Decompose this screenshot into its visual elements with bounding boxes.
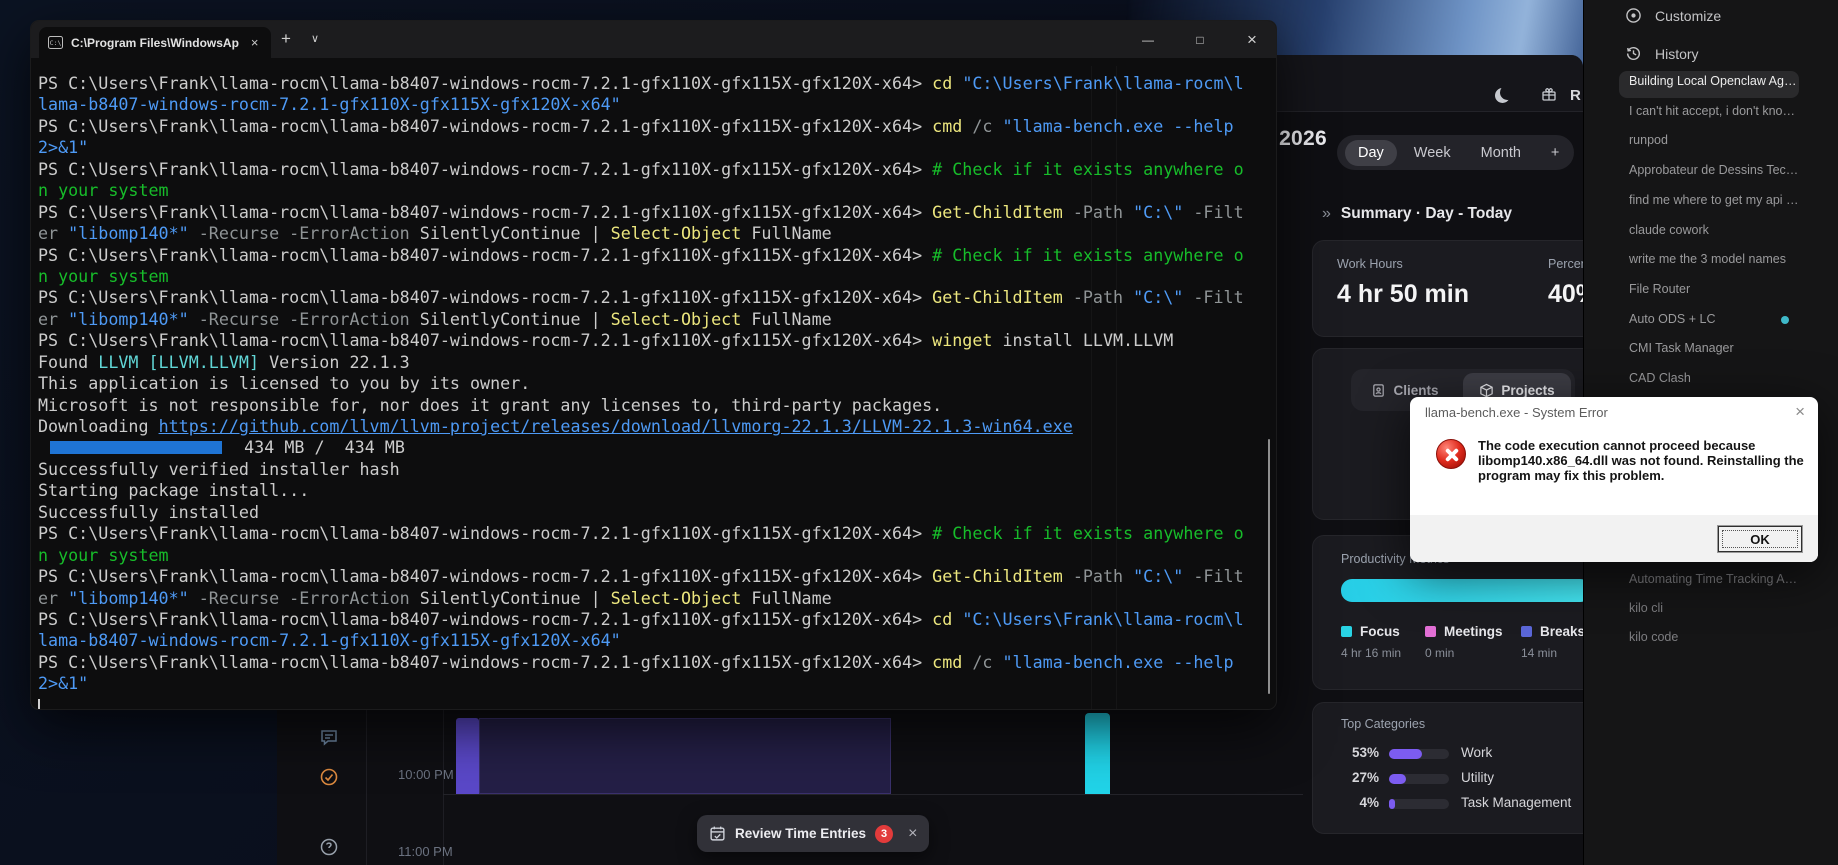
percent-block: Percent 40% xyxy=(1548,257,1583,309)
view-tab-week[interactable]: Week xyxy=(1401,140,1464,166)
cube-icon xyxy=(1479,383,1494,398)
tab-dropdown-icon[interactable]: ∨ xyxy=(311,32,319,45)
toast-count-badge: 3 xyxy=(875,825,893,843)
terminal-tab[interactable]: C:\ C:\Program Files\WindowsAp × xyxy=(39,27,271,58)
customize-icon xyxy=(1625,7,1642,24)
percent-label: Percent xyxy=(1548,257,1583,271)
terminal-scrollbar[interactable] xyxy=(1268,439,1270,694)
tab-close-icon[interactable]: × xyxy=(251,35,259,50)
review-time-entries-toast[interactable]: Review Time Entries 3 × xyxy=(697,815,929,852)
chat-history-item[interactable]: Automating Time Tracking A… xyxy=(1629,572,1804,586)
work-hours-value: 4 hr 50 min xyxy=(1337,280,1583,309)
screen: R 3, 2026 DayWeekMonth+ » Summary · Day … xyxy=(0,0,1838,865)
collapse-chevrons-icon[interactable]: » xyxy=(1322,205,1331,223)
customize-label: Customize xyxy=(1655,8,1721,24)
chat-history-item[interactable]: claude cowork xyxy=(1629,223,1804,237)
view-tab-day[interactable]: Day xyxy=(1345,140,1397,166)
timeline-gridline xyxy=(443,794,1303,795)
summary-title-text: Summary · Day - Today xyxy=(1341,205,1512,223)
sidebar-item-customize[interactable]: Customize xyxy=(1625,7,1721,24)
dark-mode-moon-icon[interactable] xyxy=(1495,88,1510,103)
productivity-bar xyxy=(1341,579,1583,602)
percent-value: 40% xyxy=(1548,280,1583,309)
tab-clients-label: Clients xyxy=(1393,383,1438,398)
category-row-work: 53%Work xyxy=(1313,745,1583,763)
timeline-time-label: 10:00 PM xyxy=(398,767,454,782)
timeline-bar-selection[interactable] xyxy=(479,718,891,794)
chat-history-item[interactable]: runpod xyxy=(1629,133,1804,147)
sidebar-item-history[interactable]: History xyxy=(1625,45,1699,62)
timeline-bar-focus-cyan[interactable] xyxy=(1085,713,1110,794)
terminal-tab-title: C:\Program Files\WindowsAp xyxy=(71,36,239,50)
dialog-title: llama-bench.exe - System Error xyxy=(1425,405,1608,420)
legend-item-focus: Focus4 hr 16 min xyxy=(1341,624,1401,660)
timeline-time-label: 11:00 PM xyxy=(398,844,453,859)
terminal-tab-icon: C:\ xyxy=(48,36,63,49)
chat-history-item[interactable]: write me the 3 model names xyxy=(1629,252,1804,266)
legend-item-breaks: Breaks14 min xyxy=(1521,624,1583,660)
dialog-close-icon[interactable]: × xyxy=(1795,402,1805,422)
chat-history-item[interactable]: find me where to get my api … xyxy=(1629,193,1804,207)
chat-history-item[interactable]: kilo cli xyxy=(1629,601,1804,615)
toast-close-icon[interactable]: × xyxy=(908,825,917,843)
terminal-window: C:\ C:\Program Files\WindowsAp × + ∨ — □… xyxy=(30,20,1277,710)
chat-history-item[interactable]: kilo code xyxy=(1629,630,1804,644)
terminal-titlebar[interactable]: C:\ C:\Program Files\WindowsAp × + ∨ — □… xyxy=(31,21,1276,58)
top-categories-card: Top Categories 53%Work 27%Utility 4%Task M… xyxy=(1312,702,1583,834)
chat-history-item[interactable]: Auto ODS + LC xyxy=(1629,312,1804,326)
chat-history-item[interactable]: CMI Task Manager xyxy=(1629,341,1804,355)
check-circle-icon[interactable] xyxy=(319,767,341,789)
left-rail-divider xyxy=(366,707,367,865)
download-progress-bar xyxy=(50,441,222,454)
new-tab-button[interactable]: + xyxy=(281,29,291,49)
category-row-utility: 27%Utility xyxy=(1313,770,1583,788)
chat-history-item[interactable]: I can't hit accept, i don't kno… xyxy=(1629,104,1804,118)
legend-item-meetings: Meetings0 min xyxy=(1425,624,1503,660)
view-switcher[interactable]: DayWeekMonth+ xyxy=(1337,135,1574,170)
chat-history-item[interactable]: File Router xyxy=(1629,282,1804,296)
help-icon[interactable] xyxy=(319,837,341,859)
category-row-task-management: 4%Task Management xyxy=(1313,795,1583,813)
timeline-axis-line xyxy=(443,707,444,865)
chat-icon[interactable] xyxy=(319,727,341,749)
error-icon xyxy=(1436,439,1466,469)
history-label: History xyxy=(1655,46,1699,62)
toast-label: Review Time Entries xyxy=(735,826,866,841)
tab-projects-label: Projects xyxy=(1501,383,1554,398)
dialog-message: The code execution cannot proceed becaus… xyxy=(1478,438,1804,484)
ok-button[interactable]: OK xyxy=(1718,526,1802,552)
summary-title: » Summary · Day - Today xyxy=(1322,205,1512,223)
terminal-output[interactable]: PS C:\Users\Frank\llama-rocm\llama-b8407… xyxy=(38,73,1277,710)
gift-icon[interactable] xyxy=(1541,86,1557,102)
maximize-button[interactable]: □ xyxy=(1177,21,1223,58)
id-badge-icon xyxy=(1371,383,1386,398)
work-hours-card: Work Hours 4 hr 50 min Percent 40% xyxy=(1312,240,1583,337)
chat-history-item[interactable]: Approbateur de Dessins Tec… xyxy=(1629,163,1804,177)
view-tab-month[interactable]: Month xyxy=(1468,140,1534,166)
top-categories-label: Top Categories xyxy=(1341,717,1425,731)
timeline-bar-focus-solid[interactable] xyxy=(456,718,479,794)
header-r-label[interactable]: R xyxy=(1570,87,1581,104)
close-button[interactable]: × xyxy=(1229,21,1275,58)
view-tab-+[interactable]: + xyxy=(1538,140,1572,166)
work-hours-label: Work Hours xyxy=(1337,257,1583,271)
calendar-check-icon xyxy=(709,825,726,842)
chat-history-item[interactable]: Building Local Openclaw Ag… xyxy=(1629,74,1804,88)
history-icon xyxy=(1625,45,1642,62)
system-error-dialog: llama-bench.exe - System Error × The cod… xyxy=(1410,397,1818,562)
minimize-button[interactable]: — xyxy=(1125,21,1171,58)
chat-history-item[interactable]: CAD Clash xyxy=(1629,371,1804,385)
unread-dot xyxy=(1781,316,1789,324)
